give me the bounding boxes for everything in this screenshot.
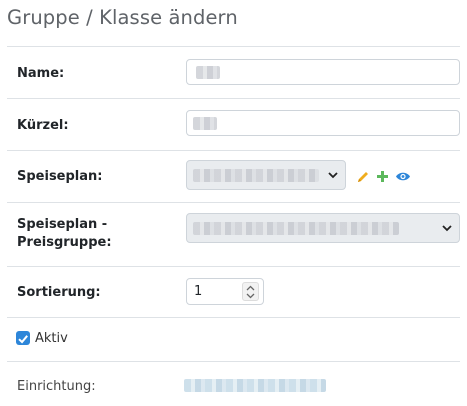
- aktiv-label[interactable]: Aktiv: [35, 331, 68, 347]
- sortierung-label: Sortierung:: [17, 285, 101, 300]
- chevron-down-icon: [328, 172, 338, 179]
- spinner-up-icon[interactable]: [246, 285, 255, 291]
- aktiv-checkbox[interactable]: [16, 331, 30, 345]
- name-input[interactable]: [186, 59, 460, 85]
- pencil-icon[interactable]: [356, 170, 370, 184]
- chevron-down-icon: [442, 225, 452, 232]
- preisgruppe-label-line1: Speiseplan -: [17, 217, 108, 232]
- sortierung-input[interactable]: 1: [186, 278, 264, 305]
- speiseplan-select[interactable]: [186, 160, 346, 190]
- form-row-name: Name:: [7, 46, 460, 99]
- form-row-aktiv: [7, 317, 460, 362]
- name-label: Name:: [17, 66, 65, 81]
- name-value-redacted: [196, 66, 220, 79]
- check-icon: [18, 335, 28, 344]
- form-row-preisgruppe: Speiseplan - Preisgruppe:: [7, 202, 460, 267]
- spinner-down-icon[interactable]: [246, 293, 255, 299]
- einrichtung-value-redacted: [184, 379, 326, 392]
- number-spinner[interactable]: [242, 282, 259, 301]
- form-row-kuerzel: Kürzel:: [7, 98, 460, 151]
- form-row-speiseplan: Speiseplan:: [7, 150, 460, 203]
- sortierung-value: 1: [194, 284, 203, 299]
- eye-icon[interactable]: [395, 171, 411, 182]
- plus-icon[interactable]: [376, 170, 389, 183]
- page-title: Gruppe / Klasse ändern: [7, 6, 238, 29]
- kuerzel-input[interactable]: [186, 110, 460, 136]
- kuerzel-value-redacted: [193, 117, 217, 130]
- speiseplan-label: Speiseplan:: [17, 169, 103, 184]
- preisgruppe-value-redacted: [193, 222, 399, 235]
- preisgruppe-select[interactable]: [186, 213, 460, 243]
- speiseplan-value-redacted: [193, 169, 319, 182]
- preisgruppe-label-line2: Preisgruppe:: [17, 235, 112, 250]
- kuerzel-label: Kürzel:: [17, 118, 69, 133]
- einrichtung-label: Einrichtung:: [17, 379, 96, 394]
